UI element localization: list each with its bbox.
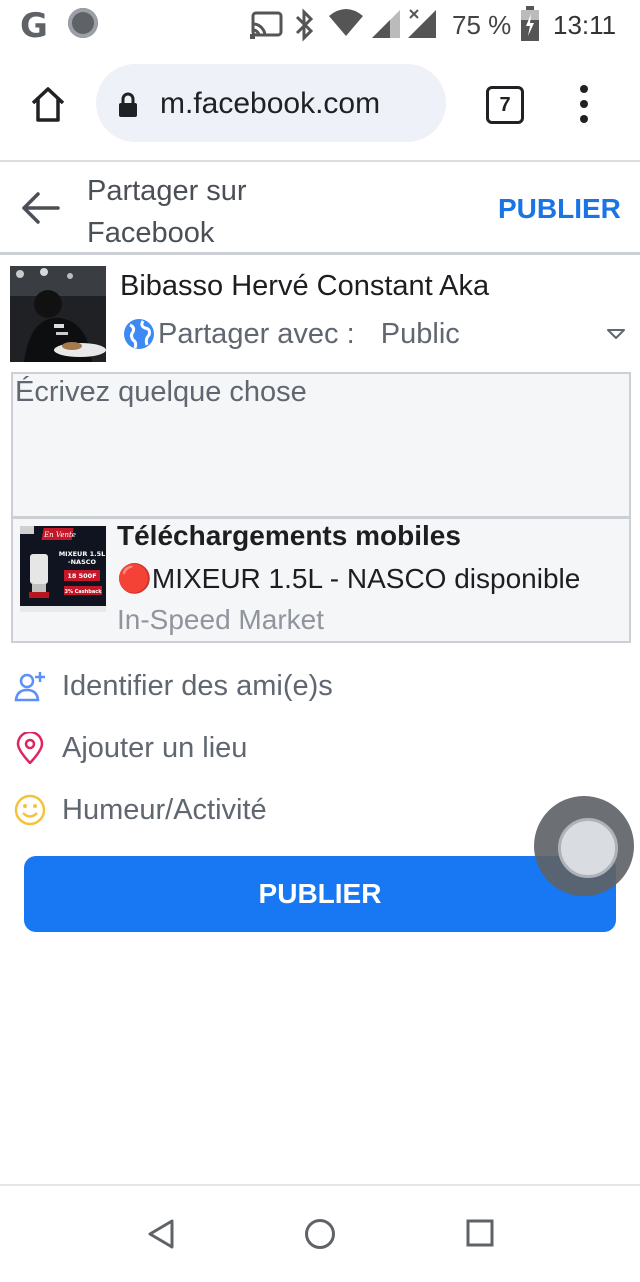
link-title: Téléchargements mobiles bbox=[117, 520, 461, 551]
chevron-down-icon[interactable] bbox=[606, 328, 626, 340]
url-text[interactable]: m.facebook.com bbox=[160, 87, 380, 121]
signal-no-data-icon bbox=[408, 9, 436, 38]
publish-header-button[interactable]: PUBLIER bbox=[498, 193, 621, 225]
thumb-cashback: 3% Cashback bbox=[64, 589, 102, 595]
thumb-price: 18 500F bbox=[67, 572, 96, 580]
audience-value: Public bbox=[380, 318, 460, 350]
thumb-line1: MIXEUR 1.5L bbox=[59, 550, 106, 558]
divider bbox=[0, 252, 640, 255]
tag-friends-icon bbox=[14, 672, 45, 702]
link-source: In-Speed Market bbox=[117, 604, 324, 635]
thumb-line2: -NASCO bbox=[68, 558, 97, 566]
cast-icon bbox=[250, 11, 283, 39]
share-with-label: Partager avec : bbox=[158, 318, 355, 350]
user-name: Bibasso Hervé Constant Aka bbox=[120, 270, 490, 302]
more-menu-icon[interactable] bbox=[574, 85, 594, 125]
tab-switcher-button[interactable]: 7 bbox=[486, 86, 524, 124]
notification-dot-icon bbox=[68, 8, 98, 38]
system-nav-bar bbox=[0, 1184, 640, 1282]
option-add-location[interactable]: Ajouter un lieu bbox=[0, 720, 640, 780]
wifi-icon bbox=[329, 9, 363, 36]
option-label: Humeur/Activité bbox=[62, 794, 267, 826]
audience-selector[interactable]: Partager avec : Public bbox=[158, 318, 460, 351]
bluetooth-icon bbox=[295, 8, 314, 42]
battery-icon bbox=[521, 6, 539, 41]
home-icon[interactable] bbox=[28, 84, 68, 124]
location-pin-icon bbox=[16, 732, 44, 764]
link-thumbnail: En Vente MIXEUR 1.5L -NASCO 18 500F 3% C… bbox=[20, 526, 106, 612]
link-description: 🔴MIXEUR 1.5L - NASCO disponible bbox=[117, 563, 581, 594]
smiley-icon bbox=[14, 794, 46, 826]
battery-percent: 75 % bbox=[452, 10, 512, 40]
signal-icon bbox=[372, 10, 400, 38]
avatar[interactable] bbox=[10, 266, 106, 362]
nav-home-icon[interactable] bbox=[304, 1218, 336, 1250]
thumb-badge: En Vente bbox=[43, 531, 76, 539]
nav-back-icon[interactable] bbox=[146, 1218, 176, 1250]
nav-recents-icon[interactable] bbox=[466, 1219, 494, 1247]
globe-icon bbox=[124, 319, 154, 349]
option-tag-friends[interactable]: Identifier des ami(e)s bbox=[0, 658, 640, 718]
google-icon: G bbox=[20, 6, 48, 46]
page-title: Partager sur Facebook bbox=[87, 175, 247, 249]
option-label: Ajouter un lieu bbox=[62, 732, 248, 764]
divider bbox=[0, 160, 640, 162]
option-label: Identifier des ami(e)s bbox=[62, 670, 333, 702]
touch-indicator-core bbox=[558, 818, 618, 878]
clock: 13:11 bbox=[553, 10, 617, 40]
lock-icon bbox=[119, 92, 137, 117]
status-bar: G 75 % 13:11 bbox=[0, 0, 640, 50]
back-arrow-icon[interactable] bbox=[18, 188, 62, 228]
publish-button[interactable]: PUBLIER bbox=[24, 856, 616, 932]
post-placeholder: Écrivez quelque chose bbox=[15, 376, 307, 408]
